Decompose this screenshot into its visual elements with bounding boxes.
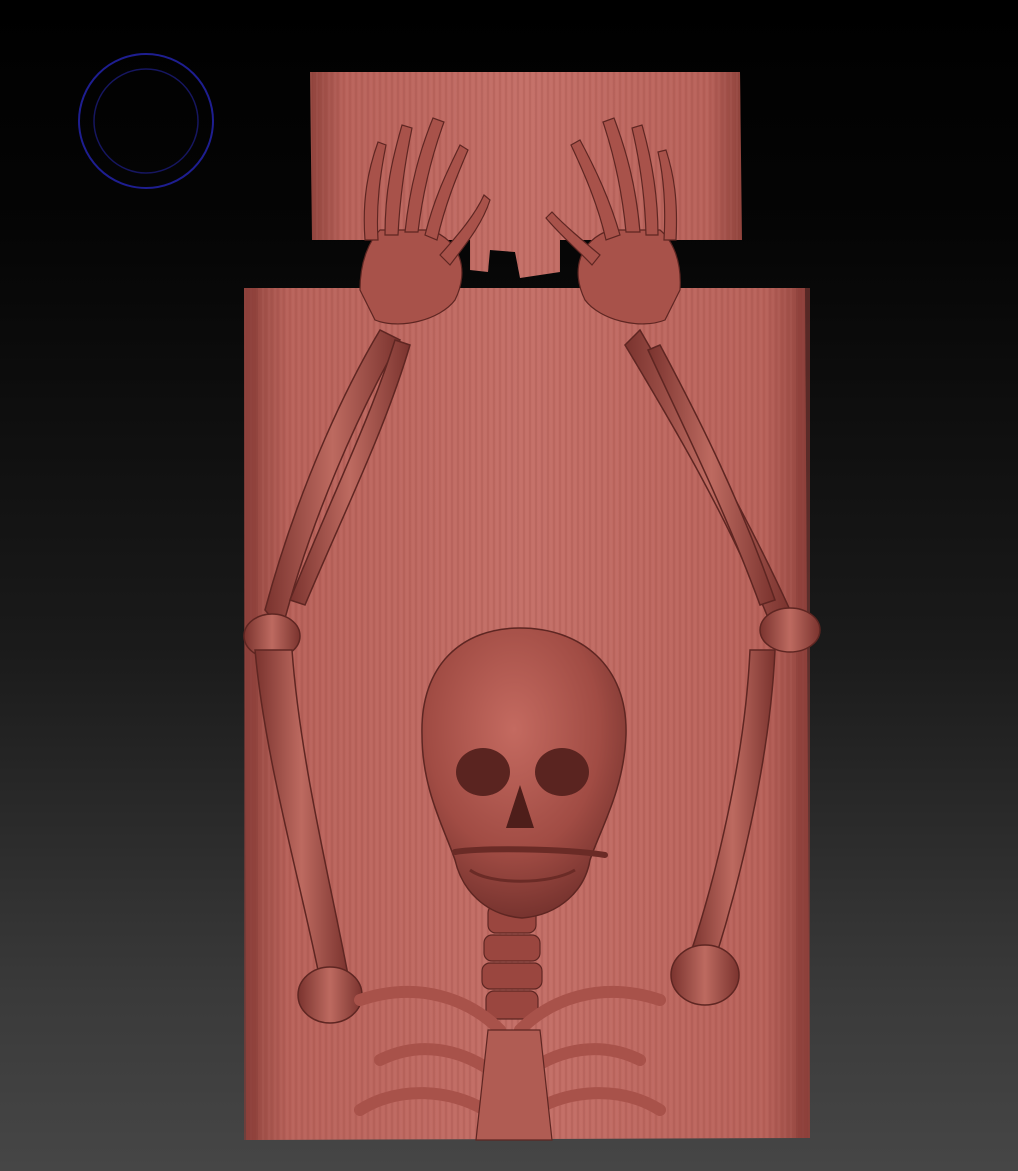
sternum [475, 1029, 553, 1141]
sculpt-viewport[interactable] [0, 0, 1018, 1171]
canvas-document[interactable] [0, 0, 1018, 1171]
brush-radius-circle-icon [78, 53, 214, 189]
